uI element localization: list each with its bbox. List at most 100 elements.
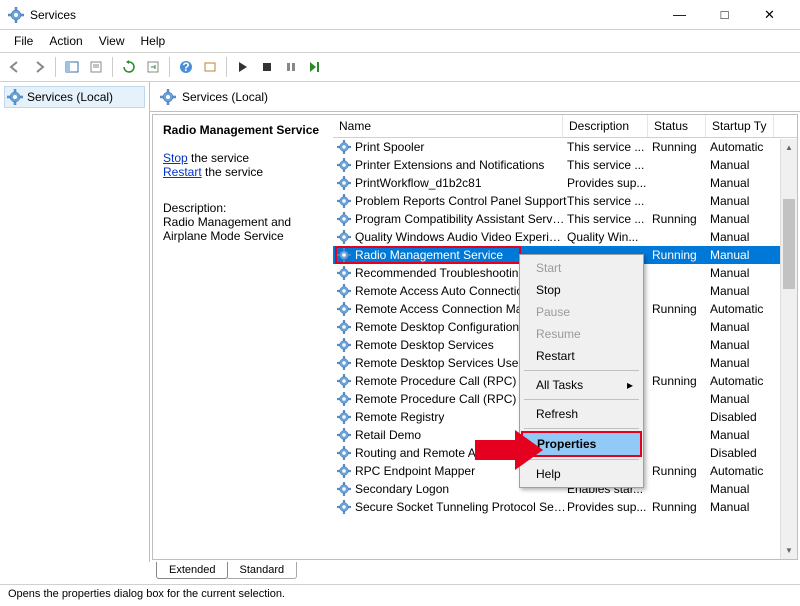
cm-pause: Pause [522, 301, 641, 323]
service-status: Running [652, 500, 710, 514]
service-row[interactable]: Secure Socket Tunneling Protocol Service… [333, 498, 797, 516]
service-row[interactable]: Print SpoolerThis service ...RunningAuto… [333, 138, 797, 156]
service-name: Printer Extensions and Notifications [355, 158, 567, 172]
menu-action[interactable]: Action [41, 32, 90, 50]
service-description: This service ... [567, 194, 652, 208]
service-row[interactable]: Program Compatibility Assistant ServiceT… [333, 210, 797, 228]
cm-stop[interactable]: Stop [522, 279, 641, 301]
service-row[interactable]: PrintWorkflow_d1b2c81Provides sup...Manu… [333, 174, 797, 192]
main-area: Services (Local) Services (Local) Radio … [0, 82, 800, 562]
forward-button[interactable] [28, 56, 50, 78]
help-button[interactable]: ? [175, 56, 197, 78]
tab-extended[interactable]: Extended [156, 562, 228, 579]
service-status: Running [652, 212, 710, 226]
service-status: Running [652, 302, 710, 316]
close-button[interactable]: ✕ [747, 1, 792, 29]
scroll-thumb[interactable] [783, 199, 795, 289]
description-text: Radio Management and Airplane Mode Servi… [163, 215, 323, 243]
service-row[interactable]: Printer Extensions and NotificationsThis… [333, 156, 797, 174]
service-description: This service ... [567, 212, 652, 226]
status-bar: Opens the properties dialog box for the … [0, 584, 800, 606]
maximize-button[interactable]: □ [702, 1, 747, 29]
restart-link[interactable]: Restart [163, 165, 202, 179]
pause-service-button[interactable] [280, 56, 302, 78]
gear-icon [337, 158, 351, 172]
menu-help[interactable]: Help [133, 32, 174, 50]
scroll-up-icon[interactable]: ▲ [781, 139, 797, 156]
service-startup: Manual [710, 248, 778, 262]
svg-text:?: ? [182, 60, 189, 74]
service-startup: Disabled [710, 446, 778, 460]
service-description: Provides sup... [567, 500, 652, 514]
column-headers: Name Description Status Startup Ty [333, 115, 797, 138]
gear-icon [337, 446, 351, 460]
gear-icon [337, 428, 351, 442]
col-description[interactable]: Description [563, 115, 648, 137]
col-startup-type[interactable]: Startup Ty [706, 115, 774, 137]
refresh-button[interactable] [118, 56, 140, 78]
vertical-scrollbar[interactable]: ▲ ▼ [780, 139, 797, 559]
gear-icon [337, 230, 351, 244]
cm-refresh[interactable]: Refresh [522, 403, 641, 425]
cm-separator [524, 370, 639, 371]
stop-service-button[interactable] [256, 56, 278, 78]
service-startup: Manual [710, 338, 778, 352]
properties-button[interactable] [85, 56, 107, 78]
content-header: Services (Local) [150, 82, 800, 112]
service-startup: Manual [710, 212, 778, 226]
tab-standard[interactable]: Standard [226, 562, 297, 579]
selected-service-title: Radio Management Service [163, 123, 323, 137]
nav-services-local[interactable]: Services (Local) [4, 86, 145, 108]
window-title: Services [30, 8, 657, 22]
app-icon [8, 7, 24, 23]
service-description: This service ... [567, 140, 652, 154]
cm-restart[interactable]: Restart [522, 345, 641, 367]
minimize-button[interactable]: — [657, 1, 702, 29]
gear-icon [337, 320, 351, 334]
cm-separator [524, 428, 639, 429]
service-startup: Manual [710, 392, 778, 406]
description-label: Description: [163, 201, 323, 215]
service-row[interactable]: Quality Windows Audio Video Experien...Q… [333, 228, 797, 246]
stop-link[interactable]: Stop [163, 151, 188, 165]
service-startup: Disabled [710, 410, 778, 424]
col-status[interactable]: Status [648, 115, 706, 137]
service-startup: Automatic [710, 140, 778, 154]
service-status: Running [652, 374, 710, 388]
gear-icon [337, 374, 351, 388]
back-button[interactable] [4, 56, 26, 78]
options-button[interactable] [199, 56, 221, 78]
service-startup: Manual [710, 428, 778, 442]
scroll-down-icon[interactable]: ▼ [781, 542, 797, 559]
show-hide-tree-button[interactable] [61, 56, 83, 78]
service-row[interactable]: Problem Reports Control Panel SupportThi… [333, 192, 797, 210]
gear-icon [337, 248, 351, 262]
detail-panel: Radio Management Service Stop the servic… [153, 115, 333, 559]
gear-icon [7, 89, 23, 105]
service-status: Running [652, 248, 710, 262]
service-status: Running [652, 140, 710, 154]
submenu-arrow-icon: ▸ [627, 378, 633, 392]
export-button[interactable] [142, 56, 164, 78]
start-service-button[interactable] [232, 56, 254, 78]
gear-icon [337, 392, 351, 406]
gear-icon [337, 482, 351, 496]
cm-separator [524, 399, 639, 400]
title-bar: Services — □ ✕ [0, 0, 800, 30]
gear-icon [337, 194, 351, 208]
service-description: This service ... [567, 158, 652, 172]
cm-all-tasks[interactable]: All Tasks▸ [522, 374, 641, 396]
service-name: Secure Socket Tunneling Protocol Service [355, 500, 567, 514]
menu-file[interactable]: File [6, 32, 41, 50]
service-name: Quality Windows Audio Video Experien... [355, 230, 567, 244]
col-name[interactable]: Name [333, 115, 563, 137]
service-startup: Manual [710, 176, 778, 190]
service-startup: Automatic [710, 464, 778, 478]
restart-service-button[interactable] [304, 56, 326, 78]
service-name: Problem Reports Control Panel Support [355, 194, 567, 208]
gear-icon [337, 266, 351, 280]
red-arrow-icon [475, 430, 545, 470]
service-startup: Manual [710, 320, 778, 334]
service-name: PrintWorkflow_d1b2c81 [355, 176, 567, 190]
menu-view[interactable]: View [91, 32, 133, 50]
